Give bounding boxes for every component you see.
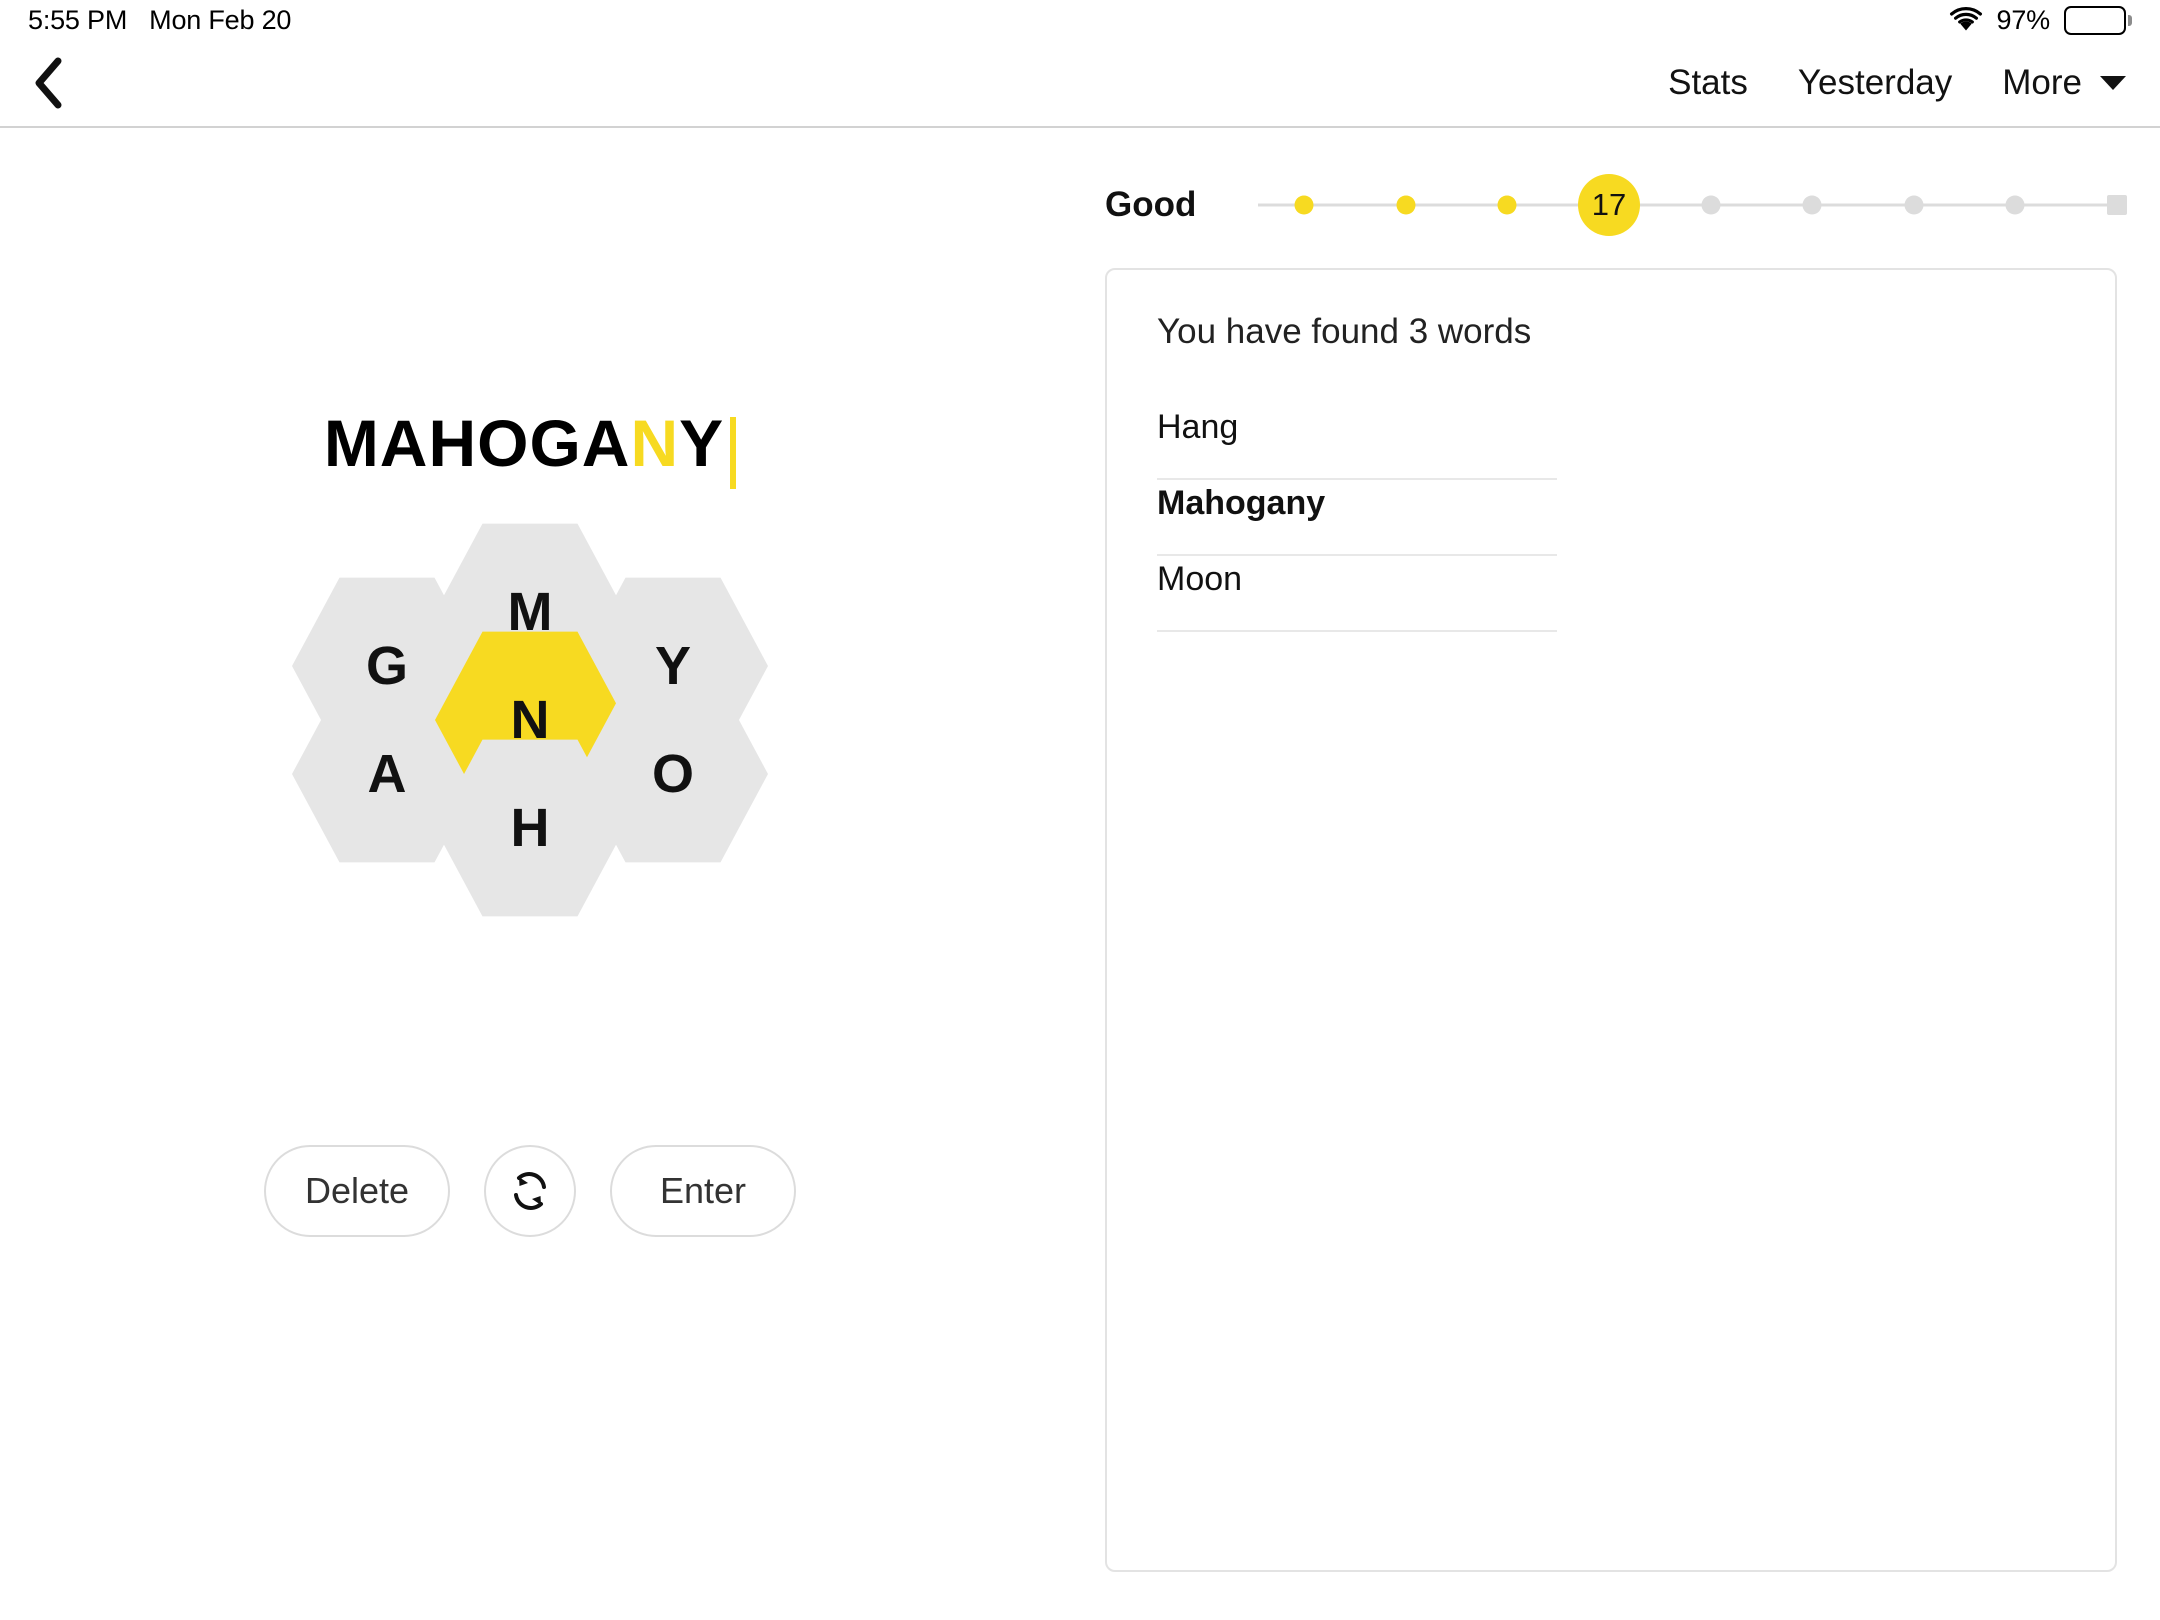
chevron-down-icon [2100, 76, 2126, 90]
play-panel: MAHOGANY G M Y A N O H Delete Enter [0, 130, 1060, 1620]
hive-letter-bottom-left: A [367, 744, 407, 804]
more-label: More [2002, 63, 2082, 102]
typed-word-center-letter: N [630, 406, 680, 481]
hive-letter-top-right: Y [654, 636, 692, 696]
typed-word-prefix: MAHOGA [323, 406, 631, 481]
found-words-card: You have found 3 words Hang Mahogany Moon [1105, 268, 2117, 1572]
rank-track[interactable]: 17 [1252, 160, 2127, 250]
rank-milestone-3[interactable]: 17 [1578, 174, 1641, 236]
rank-label[interactable]: Good [1105, 185, 1196, 225]
found-word-text: Moon [1157, 560, 1243, 598]
typed-word: MAHOGANY [323, 405, 737, 489]
nav-bar: Stats Yesterday More [0, 40, 2160, 128]
wifi-icon [1949, 7, 1982, 31]
text-caret [730, 416, 737, 489]
delete-button[interactable]: Delete [264, 1145, 450, 1237]
status-date: Mon Feb 20 [149, 4, 292, 35]
found-word-item: Mahogany [1157, 480, 1557, 556]
typed-word-suffix: Y [679, 406, 725, 481]
more-button[interactable]: More [2002, 63, 2126, 103]
rank-progress-bar: Good 17 [1105, 160, 2127, 250]
yesterday-button[interactable]: Yesterday [1798, 63, 1952, 103]
rank-milestone-4[interactable] [1701, 195, 1721, 215]
found-word-text: Mahogany [1157, 484, 1326, 522]
rank-milestone-2[interactable] [1497, 195, 1517, 215]
battery-percent: 97% [1996, 4, 2051, 35]
shuffle-icon [514, 1172, 546, 1210]
letter-hive: G M Y A N O H [0, 520, 1060, 920]
hive-letter-bottom: H [510, 798, 550, 858]
status-time: 5:55 PM [28, 4, 128, 35]
found-words-count: You have found 3 words [1157, 312, 1532, 351]
found-word-text: Hang [1157, 408, 1239, 446]
found-word-item: Hang [1157, 404, 1557, 480]
rank-milestone-1[interactable] [1396, 195, 1416, 215]
chevron-left-icon [35, 57, 62, 109]
hive-letter-bottom-right: O [651, 744, 694, 804]
found-word-item: Moon [1157, 556, 1557, 632]
hive-letter-top: M [507, 582, 553, 642]
stats-button[interactable]: Stats [1668, 63, 1748, 103]
game-controls: Delete Enter [0, 1145, 1060, 1237]
hive-letter-center: N [510, 690, 550, 750]
rank-milestone-7[interactable] [2005, 195, 2025, 215]
found-words-list: Hang Mahogany Moon [1157, 404, 2065, 632]
back-button[interactable] [18, 52, 80, 114]
battery-full-icon [2064, 5, 2132, 35]
status-bar-right: 97% [1949, 5, 2132, 36]
rank-score: 17 [1591, 187, 1627, 222]
status-bar-left: 5:55 PM Mon Feb 20 [28, 5, 291, 36]
status-bar: 5:55 PM Mon Feb 20 97% [0, 0, 2160, 40]
shuffle-button[interactable] [484, 1145, 576, 1237]
rank-milestone-0[interactable] [1294, 195, 1314, 215]
nav-actions: Stats Yesterday More [1668, 63, 2126, 103]
rank-milestone-6[interactable] [1904, 195, 1924, 215]
rank-track-line [1258, 203, 2109, 207]
word-input-area[interactable]: MAHOGANY [0, 400, 1060, 490]
enter-button[interactable]: Enter [610, 1145, 796, 1237]
rank-milestone-8[interactable] [2107, 195, 2127, 215]
right-panel: Good 17 You have found 3 words Hang Mahog… [1060, 130, 2160, 1620]
rank-milestone-5[interactable] [1802, 195, 1822, 215]
hive-letter-top-left: G [365, 636, 408, 696]
